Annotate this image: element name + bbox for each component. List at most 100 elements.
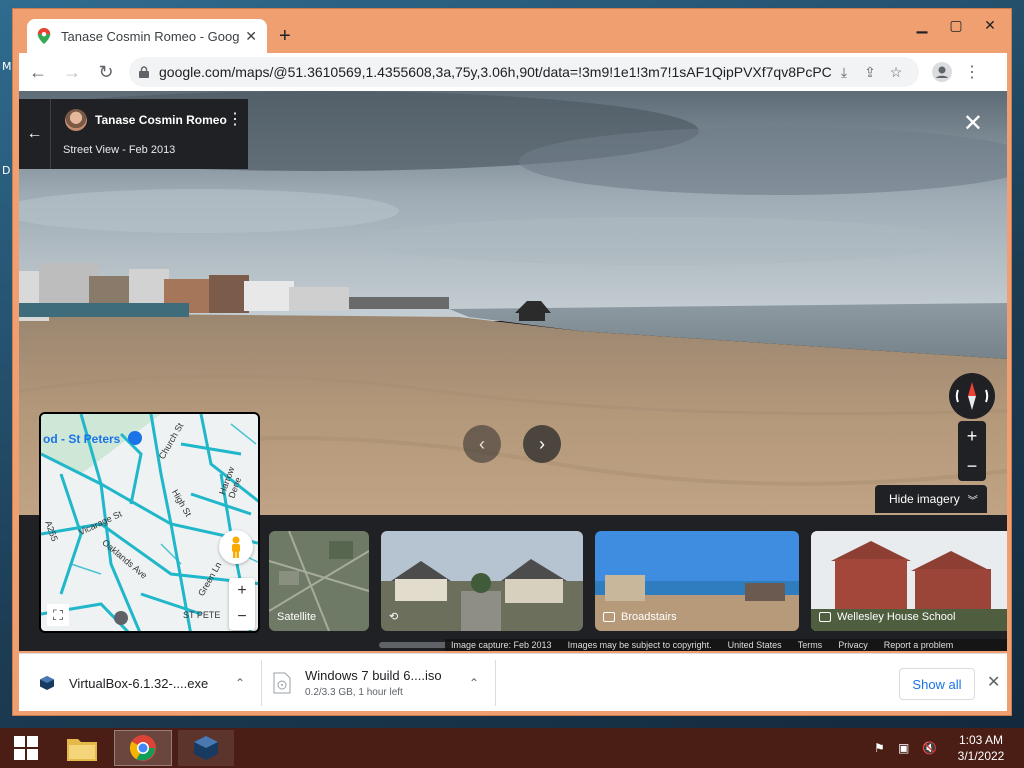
tab-google-maps[interactable]: Tanase Cosmin Romeo - Google Maps ✕ (27, 19, 267, 53)
download-shelf: VirtualBox-6.1.32-....exe ⌃ Windows 7 bu… (19, 653, 1007, 711)
contributor-name[interactable]: Tanase Cosmin Romeo (95, 113, 227, 127)
maps-pin-icon (37, 28, 51, 44)
minimize-button[interactable]: ▁ (905, 13, 939, 37)
terms-link[interactable]: Terms (798, 640, 823, 650)
mini-map-zoom: + − (229, 578, 255, 630)
pegman-button[interactable] (219, 530, 253, 564)
street-view-date: Street View - Feb 2013 (63, 144, 176, 156)
forward-button[interactable]: → (57, 57, 87, 87)
plus-icon: + (966, 425, 978, 446)
maximize-button[interactable]: ▢ (939, 13, 973, 37)
taskbar-virtualbox[interactable] (178, 730, 234, 766)
region-link[interactable]: United States (728, 640, 782, 650)
minus-icon: − (966, 455, 978, 476)
profile-avatar-icon (932, 62, 952, 82)
street-label: ST PETE (183, 610, 221, 620)
close-icon: ✕ (962, 110, 983, 137)
mini-map-zoom-out[interactable]: − (229, 604, 255, 630)
close-street-view-button[interactable]: ✕ (963, 109, 983, 138)
network-icon: ▣ (898, 741, 910, 755)
close-window-button[interactable]: ✕ (973, 13, 1007, 37)
compass-button[interactable] (949, 373, 995, 419)
double-chevron-down-icon: ︾ (967, 495, 978, 507)
attribution-bar: Image capture: Feb 2013 Images may be su… (445, 639, 1007, 651)
report-problem-link[interactable]: Report a problem (884, 640, 954, 650)
folder-icon (67, 739, 97, 761)
thumbnail-broadstairs[interactable]: Broadstairs (595, 531, 799, 631)
windows-logo-icon (14, 736, 38, 760)
privacy-link[interactable]: Privacy (838, 640, 868, 650)
chevron-up-icon[interactable]: ⌃ (469, 676, 479, 690)
maximize-icon: ▢ (949, 16, 963, 33)
back-button[interactable]: ← (23, 57, 53, 87)
more-options-button[interactable]: ⋮ (227, 109, 243, 129)
desktop-icon-label-fragment: M (2, 60, 12, 73)
download-separator (495, 660, 496, 706)
expand-map-button[interactable]: ⛶ (47, 604, 69, 626)
thumbnail-street-view[interactable]: ⟲ (381, 531, 583, 631)
thumbnail-label: Broadstairs (603, 611, 677, 623)
address-bar[interactable]: google.com/maps/@51.3610569,1.4355608,3a… (129, 57, 919, 87)
chevron-up-icon[interactable]: ⌃ (235, 676, 245, 690)
install-app-icon[interactable]: ⤓ (831, 64, 857, 81)
download-item[interactable]: VirtualBox-6.1.32-....exe ⌃ (39, 654, 249, 712)
street-view-contributor-card: ← Tanase Cosmin Romeo ⋮ Street View - Fe… (19, 99, 248, 169)
show-all-downloads-button[interactable]: Show all (899, 668, 975, 700)
clock-date: 3/1/2022 (957, 749, 1005, 763)
tray-network[interactable]: ▣ (898, 728, 909, 768)
url-text: google.com/maps/@51.3610569,1.4355608,3a… (159, 64, 831, 80)
thumbnail-label: Satellite (277, 611, 317, 623)
desktop-icon-label-fragment: D (2, 164, 11, 177)
tray-flag[interactable]: ⚑ (874, 728, 885, 768)
pegman-icon (232, 536, 240, 558)
browser-toolbar: ← → ↻ google.com/maps/@51.3610569,1.4355… (19, 53, 1007, 91)
kebab-menu-icon: ⋮ (227, 111, 243, 128)
disc-file-icon (273, 672, 291, 694)
reload-button[interactable]: ↻ (91, 57, 121, 87)
download-separator (261, 660, 262, 706)
next-photo-button[interactable]: › (523, 425, 561, 463)
tab-title: Tanase Cosmin Romeo - Google Maps (61, 28, 240, 44)
tab-strip: Tanase Cosmin Romeo - Google Maps ✕ + ▁ … (13, 9, 1011, 53)
hide-imagery-button[interactable]: Hide imagery ︾ (875, 485, 987, 513)
bookmark-star-icon[interactable]: ☆ (883, 64, 909, 81)
arrow-left-icon: ← (29, 61, 47, 82)
back-to-map-button[interactable]: ← (19, 99, 51, 169)
compass-icon (955, 382, 989, 410)
thumbnail-satellite[interactable]: Satellite (269, 531, 369, 631)
download-item[interactable]: Windows 7 build 6....iso 0.2/3.3 GB, 1 h… (273, 654, 483, 712)
kebab-menu-icon: ⋮ (964, 64, 980, 81)
taskbar-chrome[interactable] (114, 730, 172, 766)
system-clock[interactable]: 1:03 AM 3/1/2022 (946, 732, 1016, 764)
tray-volume[interactable]: 🔇 (922, 728, 937, 768)
zoom-in-button[interactable]: + (958, 421, 986, 451)
download-text: Windows 7 build 6....iso 0.2/3.3 GB, 1 h… (305, 668, 442, 698)
mini-map-roads (41, 414, 258, 631)
previous-photo-button[interactable]: ‹ (463, 425, 501, 463)
fullscreen-icon: ⛶ (53, 606, 63, 623)
thumbnail-label-text: Wellesley House School (837, 611, 956, 623)
maps-viewport: ← Tanase Cosmin Romeo ⋮ Street View - Fe… (19, 91, 1007, 651)
contributor-avatar[interactable] (65, 109, 87, 131)
tab-close-icon[interactable]: ✕ (245, 28, 257, 45)
chrome-icon (129, 735, 156, 761)
mini-map[interactable]: od - St Peters Church St High St Harrow … (39, 412, 260, 633)
mini-map-zoom-in[interactable]: + (229, 578, 255, 604)
windows-taskbar: ⚑ ▣ 🔇 1:03 AM 3/1/2022 (0, 728, 1024, 768)
taskbar-file-explorer[interactable] (58, 730, 106, 766)
start-button[interactable] (6, 730, 46, 766)
virtualbox-file-icon (40, 676, 54, 690)
profile-button[interactable] (927, 57, 957, 87)
share-icon[interactable]: ⇪ (857, 64, 883, 81)
map-place-label[interactable]: od - St Peters (43, 432, 120, 446)
thumbnail-wellesley-house-school[interactable]: Wellesley House School (811, 531, 1007, 631)
new-tab-button[interactable]: + (279, 25, 291, 47)
download-progress: 0.2/3.3 GB, 1 hour left (305, 687, 403, 698)
virtualbox-icon (194, 736, 218, 760)
thumbnail-label-text: Broadstairs (621, 611, 677, 623)
close-download-shelf-button[interactable]: ✕ (987, 672, 1000, 692)
clock-time: 1:03 AM (958, 733, 1004, 747)
chrome-menu-button[interactable]: ⋮ (957, 57, 987, 87)
zoom-out-button[interactable]: − (958, 451, 986, 481)
copyright-notice: Images may be subject to copyright. (567, 640, 712, 650)
